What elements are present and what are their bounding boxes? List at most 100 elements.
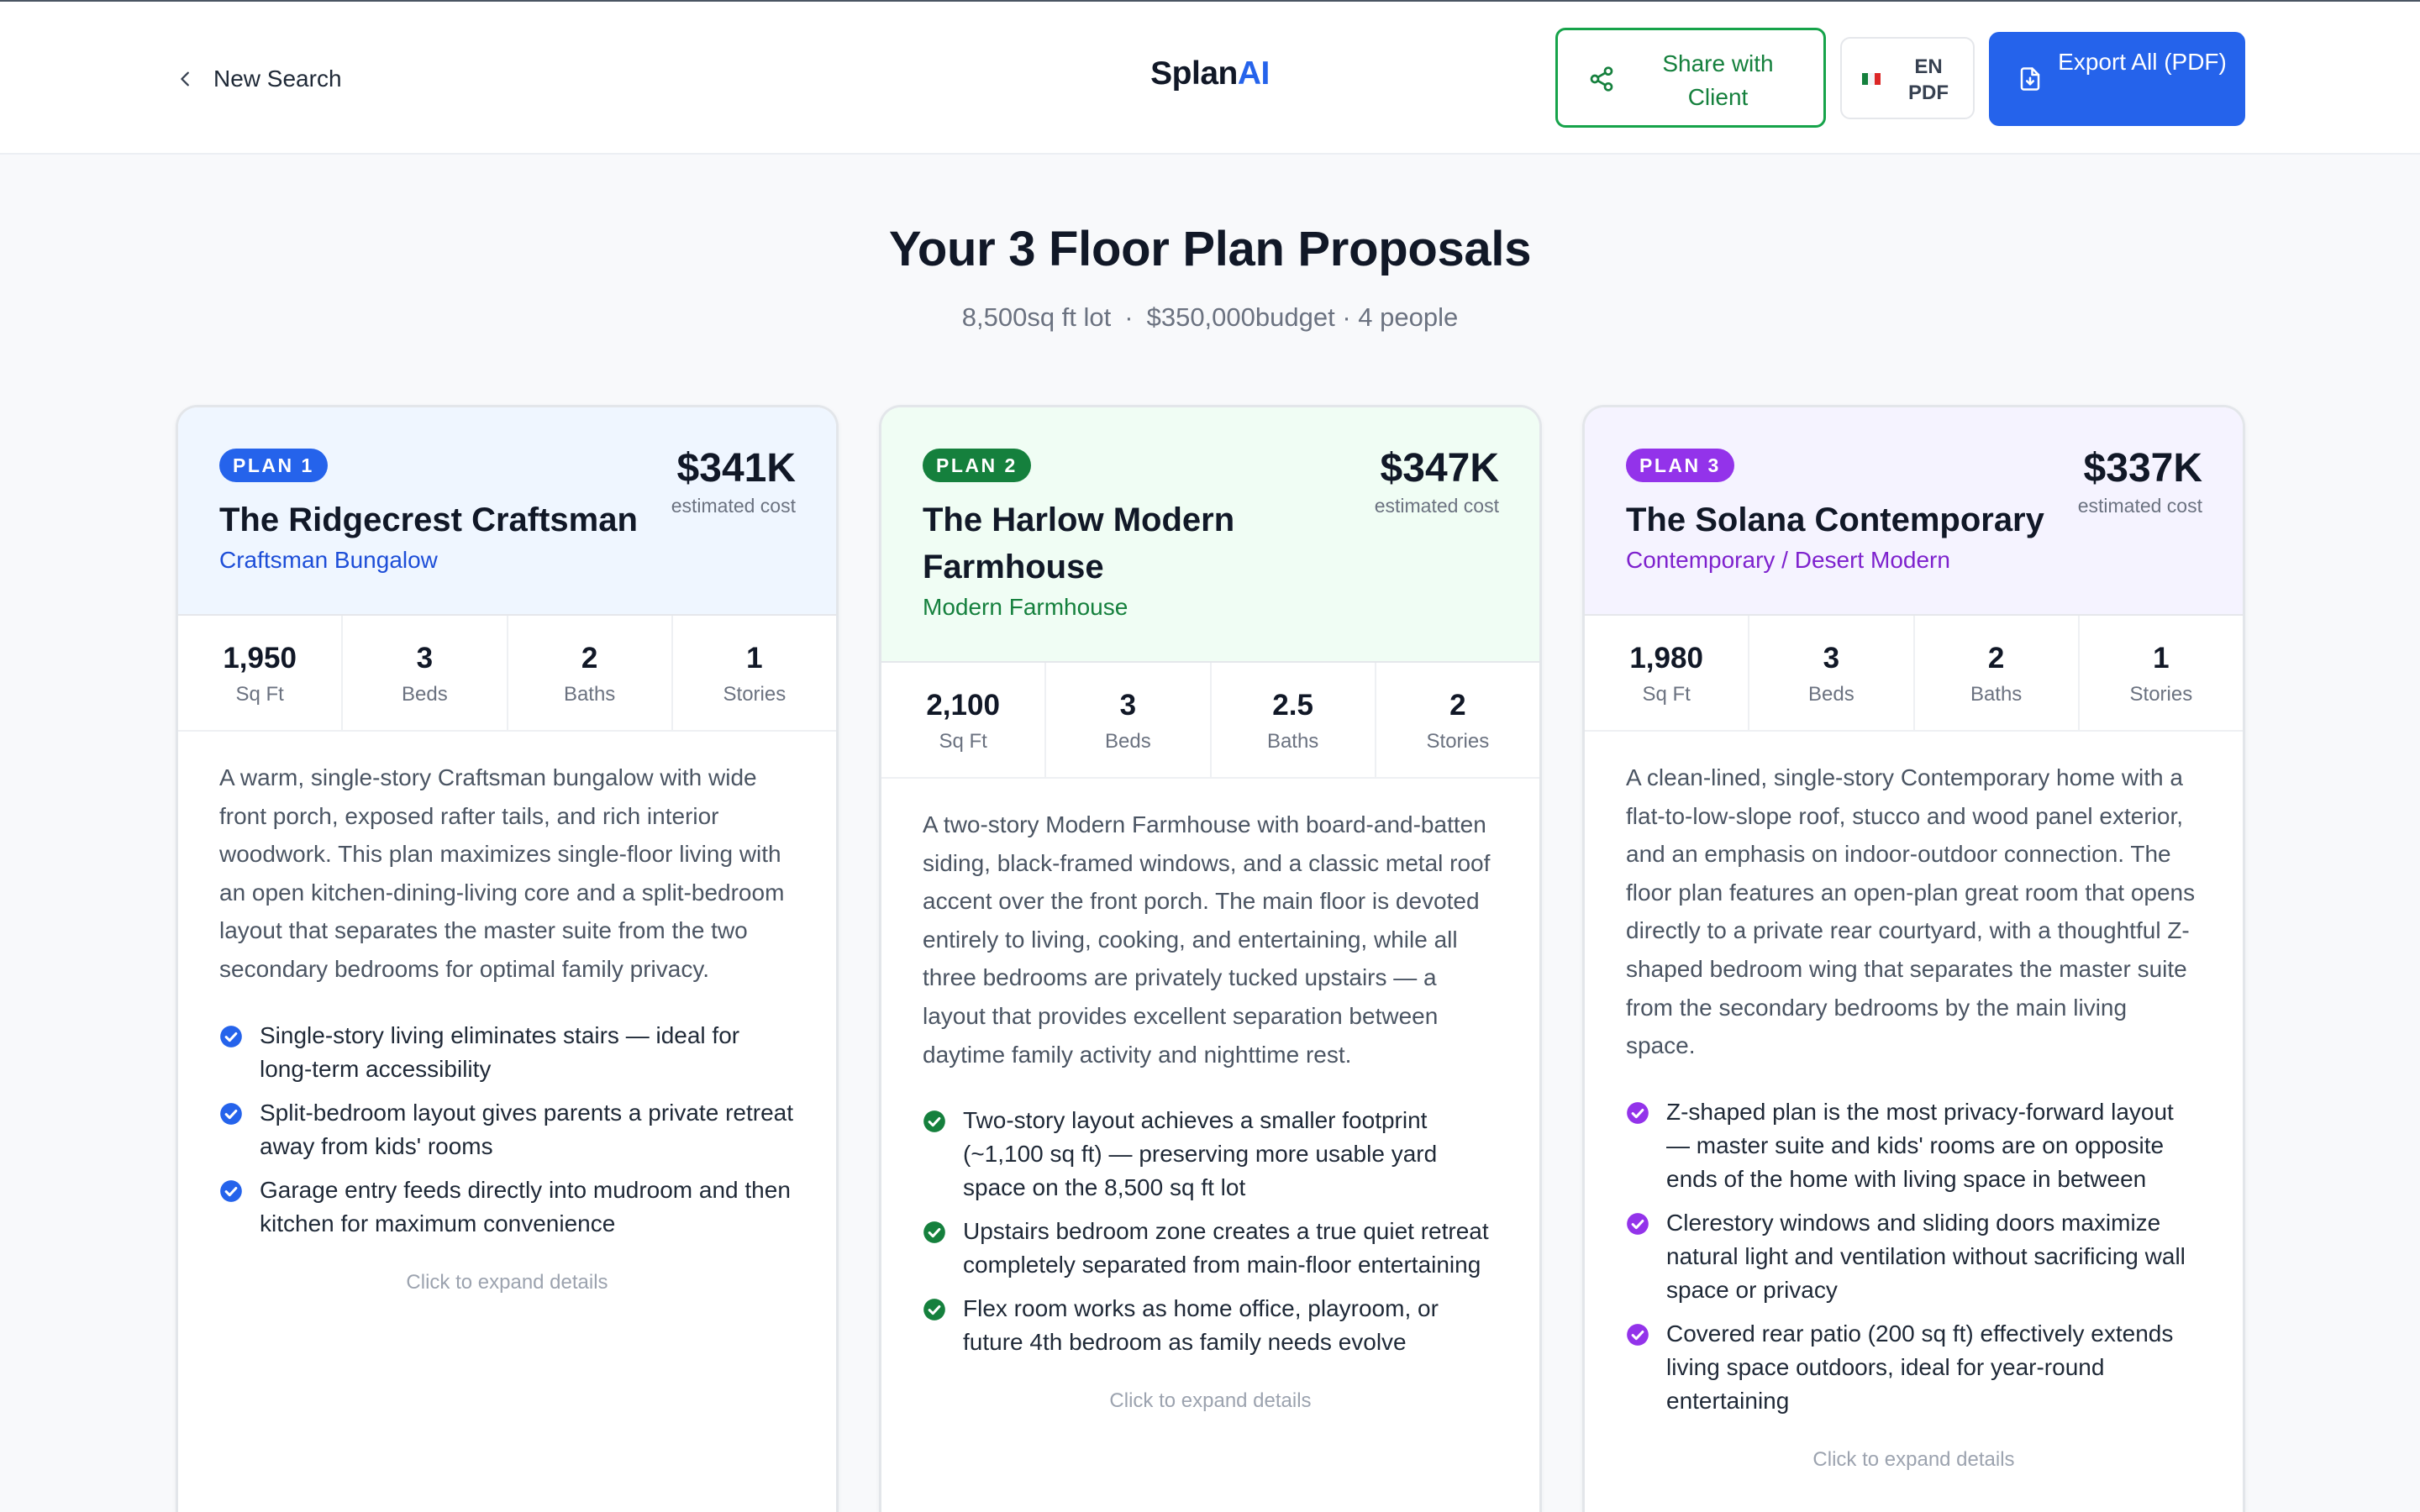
mexico-flag-icon — [1862, 73, 1881, 85]
feature-list: Z-shaped plan is the most privacy-forwar… — [1626, 1095, 2202, 1418]
stat-baths: 2.5 Baths — [1212, 663, 1376, 777]
logo-text-accent: AI — [1237, 55, 1270, 92]
plan-badge: PLAN 3 — [1626, 449, 1734, 482]
stat-value: 3 — [1119, 689, 1137, 722]
expand-details-hint[interactable]: Click to expand details — [1585, 1448, 2243, 1472]
plan-card-3[interactable]: PLAN 3 $337K estimated cost The Solana C… — [1582, 405, 2245, 1512]
feature-item: Clerestory windows and sliding doors max… — [1626, 1206, 2202, 1307]
plan-card-header: PLAN 1 $341K estimated cost The Ridgecre… — [178, 407, 836, 616]
plan-style: Craftsman Bungalow — [219, 547, 438, 573]
stat-value: 2.5 — [1272, 689, 1313, 722]
file-download-icon — [2020, 67, 2040, 91]
export-all-pdf-button[interactable]: Export All (PDF) — [1989, 32, 2245, 126]
separator: · — [1124, 302, 1134, 332]
new-search-link[interactable]: New Search — [176, 60, 342, 97]
share-icon — [1590, 66, 1613, 92]
feature-list: Two-story layout achieves a smaller foot… — [923, 1104, 1498, 1359]
plan-name: The Solana Contemporary — [1626, 501, 2044, 538]
check-circle-icon — [923, 1110, 945, 1132]
plan-badge: PLAN 1 — [219, 449, 328, 482]
plan-style: Contemporary / Desert Modern — [1626, 547, 1950, 573]
feature-item: Flex room works as home office, playroom… — [923, 1292, 1498, 1359]
plan-card-header: PLAN 2 $347K estimated cost The Harlow M… — [881, 407, 1539, 663]
feature-text: Garage entry feeds directly into mudroom… — [260, 1176, 791, 1236]
budget: $350,000budget — [1146, 302, 1335, 332]
stat-value: 2 — [1987, 642, 2005, 675]
stat-label: Beds — [1105, 730, 1151, 753]
feature-item: Covered rear patio (200 sq ft) effective… — [1626, 1317, 2202, 1418]
stat-label: Sq Ft — [1642, 683, 1691, 706]
feature-text: Single-story living eliminates stairs — … — [260, 1021, 740, 1082]
stat-label: Stories — [1426, 730, 1490, 753]
plan-card-1[interactable]: PLAN 1 $341K estimated cost The Ridgecre… — [176, 405, 839, 1512]
check-circle-icon — [923, 1299, 945, 1320]
feature-item: Single-story living eliminates stairs — … — [219, 1019, 795, 1086]
logo-text-main: Splan — [1150, 55, 1238, 92]
stat-stories: 2 Stories — [1376, 663, 1539, 777]
price-block: $347K estimated cost — [1375, 444, 1499, 517]
stat-baths: 2 Baths — [1915, 616, 2080, 730]
stat-label: Stories — [2129, 683, 2193, 706]
stat-value: 3 — [1823, 642, 1840, 675]
share-button-label: Share with Client — [1662, 50, 1774, 110]
feature-item: Z-shaped plan is the most privacy-forwar… — [1626, 1095, 2202, 1196]
plan-name: The Ridgecrest Craftsman — [219, 501, 638, 538]
stat-beds: 3 Beds — [1046, 663, 1212, 777]
stat-baths: 2 Baths — [508, 616, 673, 730]
export-button-label: Export All (PDF) — [2058, 49, 2227, 75]
expand-details-hint[interactable]: Click to expand details — [178, 1271, 836, 1294]
stat-label: Sq Ft — [235, 683, 284, 706]
check-circle-icon — [220, 1179, 242, 1202]
stat-stories: 1 Stories — [2080, 616, 2243, 730]
chevron-left-icon — [181, 71, 189, 87]
stat-value: 2 — [1449, 689, 1466, 722]
plan-card-header: PLAN 3 $337K estimated cost The Solana C… — [1585, 407, 2243, 616]
plan-badge: PLAN 2 — [923, 449, 1031, 482]
plan-description: A warm, single-story Craftsman bungalow … — [219, 764, 785, 982]
plan-stats: 1,980 Sq Ft 3 Beds 2 Baths 1 Stories — [1585, 616, 2243, 732]
feature-item: Garage entry feeds directly into mudroom… — [219, 1173, 795, 1241]
top-bar: New Search SplanAI Share with Client EN … — [0, 2, 2420, 155]
stat-value: 1 — [2153, 642, 2170, 675]
plan-description: A clean-lined, single-story Contemporary… — [1626, 764, 2196, 1059]
feature-item: Upstairs bedroom zone creates a true qui… — [923, 1215, 1498, 1282]
plan-description: A two-story Modern Farmhouse with board-… — [923, 811, 1491, 1068]
share-with-client-button[interactable]: Share with Client — [1555, 28, 1826, 128]
requirements-summary: 8,500sq ft lot · $350,000budget · 4 people — [0, 302, 2420, 333]
plan-style: Modern Farmhouse — [923, 594, 1128, 620]
estimated-price: $337K — [2083, 446, 2202, 491]
stat-value: 1,980 — [1629, 642, 1703, 675]
new-search-label: New Search — [213, 66, 342, 92]
check-circle-icon — [220, 1025, 242, 1047]
stat-label: Sq Ft — [939, 730, 987, 753]
estimated-price: $341K — [676, 446, 796, 491]
stat-value: 1,950 — [223, 642, 297, 675]
check-circle-icon — [1627, 1212, 1649, 1235]
feature-text: Flex room works as home office, playroom… — [963, 1295, 1439, 1356]
stat-sqft: 2,100 Sq Ft — [881, 663, 1047, 777]
feature-item: Split-bedroom layout gives parents a pri… — [219, 1096, 795, 1163]
plan-card-2[interactable]: PLAN 2 $347K estimated cost The Harlow M… — [879, 405, 1542, 1512]
feature-text: Covered rear patio (200 sq ft) effective… — [1666, 1320, 2174, 1414]
stat-sqft: 1,950 Sq Ft — [178, 616, 344, 730]
stat-value: 2 — [581, 642, 598, 675]
feature-text: Clerestory windows and sliding doors max… — [1666, 1209, 2186, 1303]
household-size: · 4 people — [1342, 302, 1459, 332]
feature-text: Two-story layout achieves a smaller foot… — [963, 1107, 1438, 1201]
stat-label: Beds — [402, 683, 448, 706]
language-pdf-button[interactable]: EN PDF — [1840, 37, 1975, 119]
feature-item: Two-story layout achieves a smaller foot… — [923, 1104, 1498, 1205]
feature-list: Single-story living eliminates stairs — … — [219, 1019, 795, 1241]
stat-stories: 1 Stories — [673, 616, 836, 730]
lot-size: 8,500sq ft lot — [961, 302, 1112, 332]
expand-details-hint[interactable]: Click to expand details — [881, 1389, 1539, 1413]
plan-stats: 1,950 Sq Ft 3 Beds 2 Baths 1 Stories — [178, 616, 836, 732]
check-circle-icon — [1627, 1101, 1649, 1124]
stat-label: Stories — [723, 683, 786, 706]
stat-value: 1 — [746, 642, 763, 675]
page-title: Your 3 Floor Plan Proposals — [888, 222, 1532, 276]
stat-label: Beds — [1808, 683, 1854, 706]
stat-value: 3 — [416, 642, 434, 675]
stat-sqft: 1,980 Sq Ft — [1585, 616, 1750, 730]
stat-value: 2,100 — [926, 689, 1000, 722]
